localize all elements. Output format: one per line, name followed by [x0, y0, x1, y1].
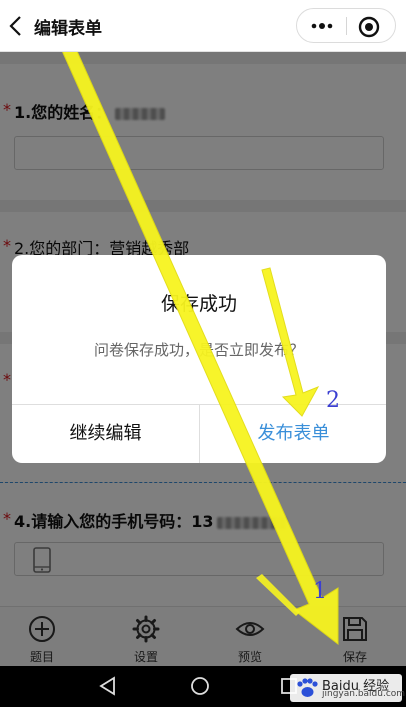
nav-home-icon[interactable] [190, 676, 210, 696]
step-2-label: 2 [326, 388, 340, 413]
nav-back-icon[interactable] [98, 676, 118, 696]
close-target-icon[interactable] [357, 15, 381, 39]
baidu-paw-icon [297, 678, 318, 697]
save-success-dialog: 保存成功 问卷保存成功，是否立即发布？ 继续编辑 发布表单 [12, 255, 386, 463]
watermark-url: jingyan.baidu.com [322, 689, 406, 699]
title-bar: 编辑表单 [0, 0, 406, 52]
miniprogram-capsule [296, 8, 396, 43]
page-title: 编辑表单 [34, 19, 102, 39]
capsule-divider [346, 17, 347, 35]
continue-editing-button[interactable]: 继续编辑 [12, 405, 199, 463]
more-dots-icon[interactable] [309, 18, 335, 34]
dialog-title: 保存成功 [160, 293, 237, 315]
dialog-message: 问卷保存成功，是否立即发布？ [93, 341, 304, 359]
back-arrow-icon[interactable] [6, 13, 28, 39]
watermark: Baidu 经验 jingyan.baidu.com [290, 674, 406, 702]
step-1-label: 1 [313, 579, 327, 604]
publish-form-button[interactable]: 发布表单 [200, 405, 386, 463]
